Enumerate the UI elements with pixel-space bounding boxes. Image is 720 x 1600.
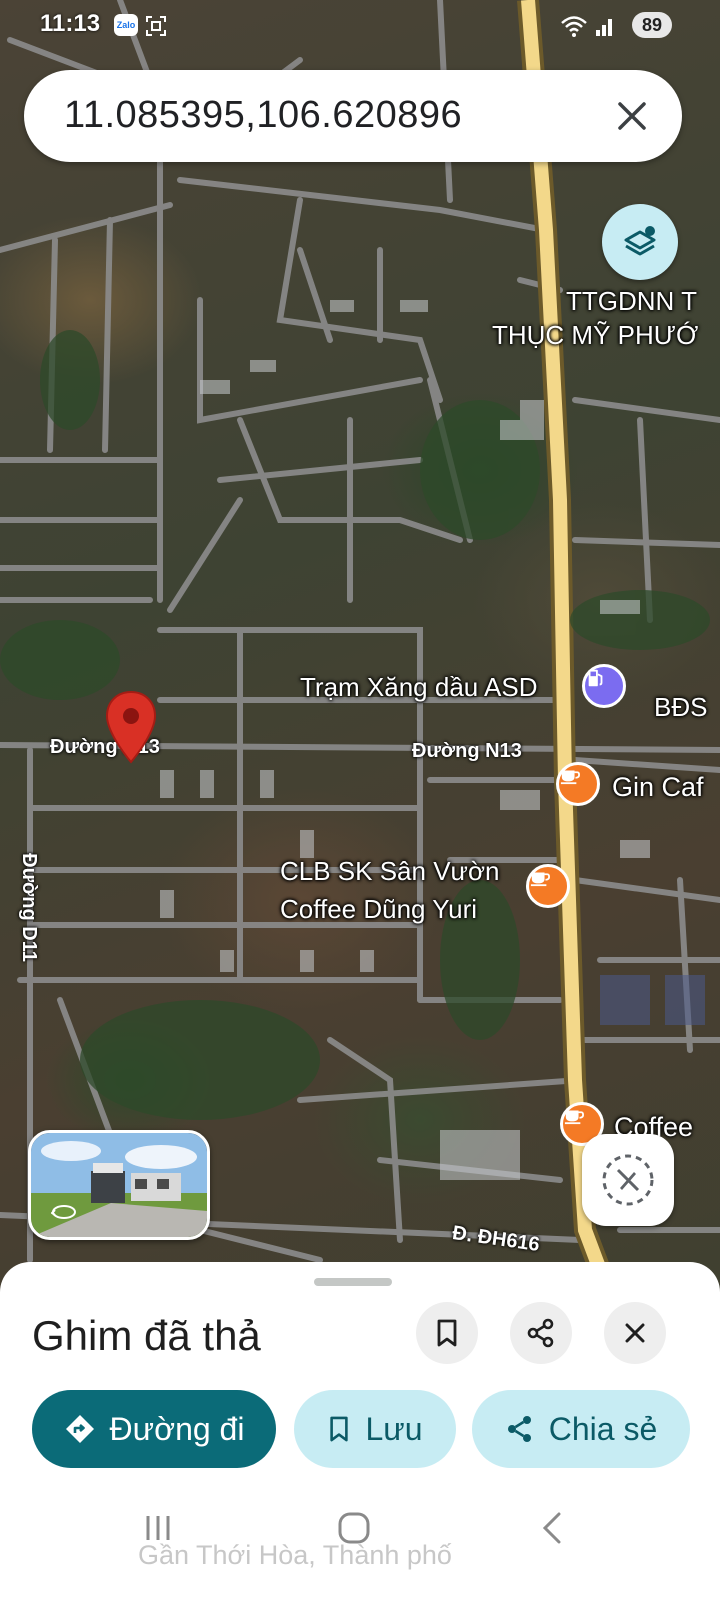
rotate-360-icon <box>51 1205 76 1219</box>
screenshot-icon <box>146 16 166 36</box>
directions-icon <box>65 1415 94 1443</box>
back-button[interactable] <box>528 1506 576 1550</box>
system-nav-bar <box>0 1488 720 1568</box>
location-disabled-icon <box>602 1154 654 1206</box>
fuel-icon <box>588 669 603 687</box>
coffee-cup-icon <box>560 770 581 785</box>
close-icon[interactable] <box>608 92 656 140</box>
bookmark-button[interactable] <box>416 1302 478 1364</box>
school-label-line1[interactable]: TTGDNN T <box>566 286 697 317</box>
coffee-cup-icon <box>564 1110 585 1125</box>
directions-label: Đường đi <box>109 1410 245 1447</box>
back-icon <box>542 1512 561 1544</box>
sheet-drag-handle[interactable] <box>314 1278 392 1286</box>
road-label-d11: Đường D11 <box>17 853 40 962</box>
close-sheet-button[interactable] <box>604 1302 666 1364</box>
wifi-icon <box>561 16 587 37</box>
gas-station-label[interactable]: Trạm Xăng dầu ASD <box>300 672 538 703</box>
bookmark-icon <box>330 1416 349 1442</box>
save-label: Lưu <box>365 1410 423 1447</box>
clb-label-line2[interactable]: Coffee Dũng Yuri <box>280 894 477 925</box>
gin-cafe-label[interactable]: Gin Caf <box>612 772 704 803</box>
layers-button[interactable] <box>602 204 678 280</box>
signal-icon <box>596 19 612 36</box>
clb-label-line1[interactable]: CLB SK Sân Vườn <box>280 856 499 887</box>
status-bar: 11:13 Zalo 89 <box>0 0 720 52</box>
coffee-cup-icon <box>530 872 551 887</box>
zalo-app-icon: Zalo <box>114 14 138 36</box>
directions-button[interactable]: Đường đi <box>32 1390 276 1468</box>
road-label-n13-right: Đường N13 <box>412 740 522 762</box>
gin-cafe-marker[interactable] <box>556 762 600 806</box>
my-location-button[interactable] <box>582 1134 674 1226</box>
close-icon <box>625 1323 645 1343</box>
save-button[interactable]: Lưu <box>294 1390 456 1468</box>
status-time: 11:13 <box>40 10 101 37</box>
recent-apps-icon <box>146 1516 170 1540</box>
dropped-pin-icon[interactable] <box>104 690 158 766</box>
clb-coffee-marker[interactable] <box>526 864 570 908</box>
recent-apps-button[interactable] <box>134 1506 182 1550</box>
place-title: Ghim đã thả <box>32 1312 261 1359</box>
bds-label[interactable]: BĐS <box>654 692 707 723</box>
search-bar[interactable]: 11.085395,106.620896 <box>24 70 682 162</box>
home-icon <box>338 1512 370 1544</box>
school-label-line2[interactable]: THỤC MỸ PHƯỚ <box>492 320 698 351</box>
share-button[interactable]: Chia sẻ <box>472 1390 690 1468</box>
home-button[interactable] <box>330 1506 378 1550</box>
share-icon <box>527 1318 554 1348</box>
bookmark-icon <box>437 1319 457 1347</box>
layers-icon <box>624 226 656 256</box>
gas-station-marker[interactable] <box>582 664 626 708</box>
share-icon <box>507 1416 531 1442</box>
search-input[interactable]: 11.085395,106.620896 <box>64 94 462 137</box>
share-label: Chia sẻ <box>548 1410 658 1447</box>
street-view-thumbnail[interactable] <box>28 1130 210 1240</box>
share-icon-button[interactable] <box>510 1302 572 1364</box>
battery-indicator: 89 <box>632 12 672 38</box>
